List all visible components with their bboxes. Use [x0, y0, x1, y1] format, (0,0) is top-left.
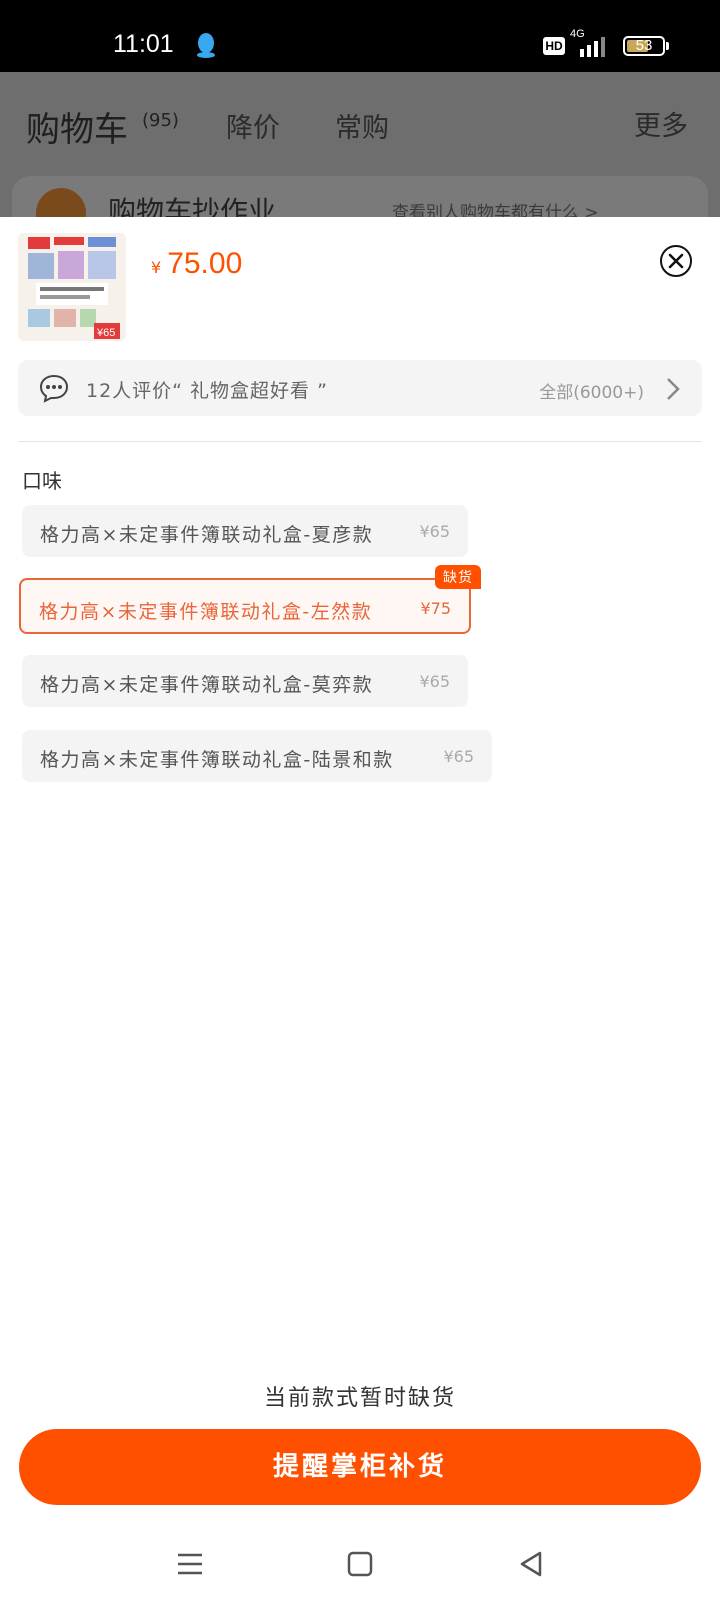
option-item[interactable]: 格力高×未定事件簿联动礼盒-夏彦款 ¥65	[22, 505, 468, 557]
back-icon[interactable]	[512, 1544, 552, 1584]
product-image: ¥65	[18, 233, 126, 341]
option-name: 格力高×未定事件簿联动礼盒-陆景和款	[40, 749, 394, 771]
status-bar: 11:01 HD 4G 53	[0, 0, 720, 72]
option-name: 格力高×未定事件簿联动礼盒-夏彦款	[40, 524, 374, 546]
option-price: ¥75	[420, 599, 451, 618]
battery-icon: 53	[623, 36, 665, 56]
price-value: 75.00	[167, 247, 243, 280]
cart-banner: 购物车抄作业 查看别人购物车都有什么 >	[12, 176, 708, 217]
option-item[interactable]: 格力高×未定事件簿联动礼盒-陆景和款 ¥65	[22, 730, 492, 782]
review-summary[interactable]: 12人评价“ 礼物盒超好看 ” 全部(6000+)	[18, 360, 702, 416]
qq-icon	[197, 33, 215, 58]
system-nav-bar	[0, 1530, 720, 1600]
battery-level: 53	[635, 37, 653, 54]
close-icon	[668, 253, 684, 269]
tab-cart: 购物车	[26, 110, 128, 150]
status-time: 11:01	[113, 30, 174, 58]
tab-frequent: 常购	[335, 113, 389, 144]
option-item-selected[interactable]: 格力高×未定事件簿联动礼盒-左然款 ¥75 缺货	[19, 565, 481, 634]
hd-badge: HD	[543, 37, 565, 55]
banner-logo	[36, 188, 86, 217]
review-text: 12人评价“ 礼物盒超好看 ”	[86, 380, 328, 402]
signal-icon	[580, 37, 605, 57]
sku-selector-sheet: ¥65 ¥75.00 12人评价“ 礼物盒超好看 ” 全部(6000+) 口味 …	[0, 217, 720, 1530]
restock-reminder-button[interactable]: 提醒掌柜补货	[19, 1429, 701, 1505]
price-currency: ¥	[151, 258, 162, 277]
option-price: ¥65	[419, 522, 450, 541]
product-thumbnail[interactable]: ¥65	[18, 233, 126, 341]
option-item[interactable]: 格力高×未定事件簿联动礼盒-莫弈款 ¥65	[22, 655, 468, 707]
cart-page-background: 购物车 (95) 降价 常购 更多 购物车抄作业 查看别人购物车都有什么 >	[0, 72, 720, 217]
divider	[18, 441, 702, 442]
tab-more: 更多	[634, 111, 688, 142]
home-icon[interactable]	[340, 1544, 380, 1584]
option-name: 格力高×未定事件簿联动礼盒-左然款	[39, 601, 373, 623]
chevron-right-icon	[667, 378, 680, 400]
option-price: ¥65	[443, 747, 474, 766]
cart-count: (95)	[142, 110, 179, 131]
thumbnail-price-badge: ¥65	[96, 327, 115, 339]
section-title-flavor: 口味	[22, 469, 62, 493]
stock-hint: 当前款式暂时缺货	[263, 1386, 456, 1411]
option-price: ¥65	[419, 672, 450, 691]
option-name: 格力高×未定事件簿联动礼盒-莫弈款	[40, 674, 374, 696]
out-of-stock-tag: 缺货	[435, 565, 481, 589]
product-price: ¥75.00	[151, 247, 242, 281]
comment-icon	[39, 374, 69, 403]
review-all-link[interactable]: 全部(6000+)	[539, 378, 644, 403]
close-button[interactable]	[660, 245, 692, 277]
menu-icon[interactable]	[170, 1544, 210, 1584]
banner-title: 购物车抄作业	[108, 195, 277, 217]
banner-link: 查看别人购物车都有什么 >	[392, 203, 599, 217]
tab-price-drop: 降价	[226, 113, 280, 144]
